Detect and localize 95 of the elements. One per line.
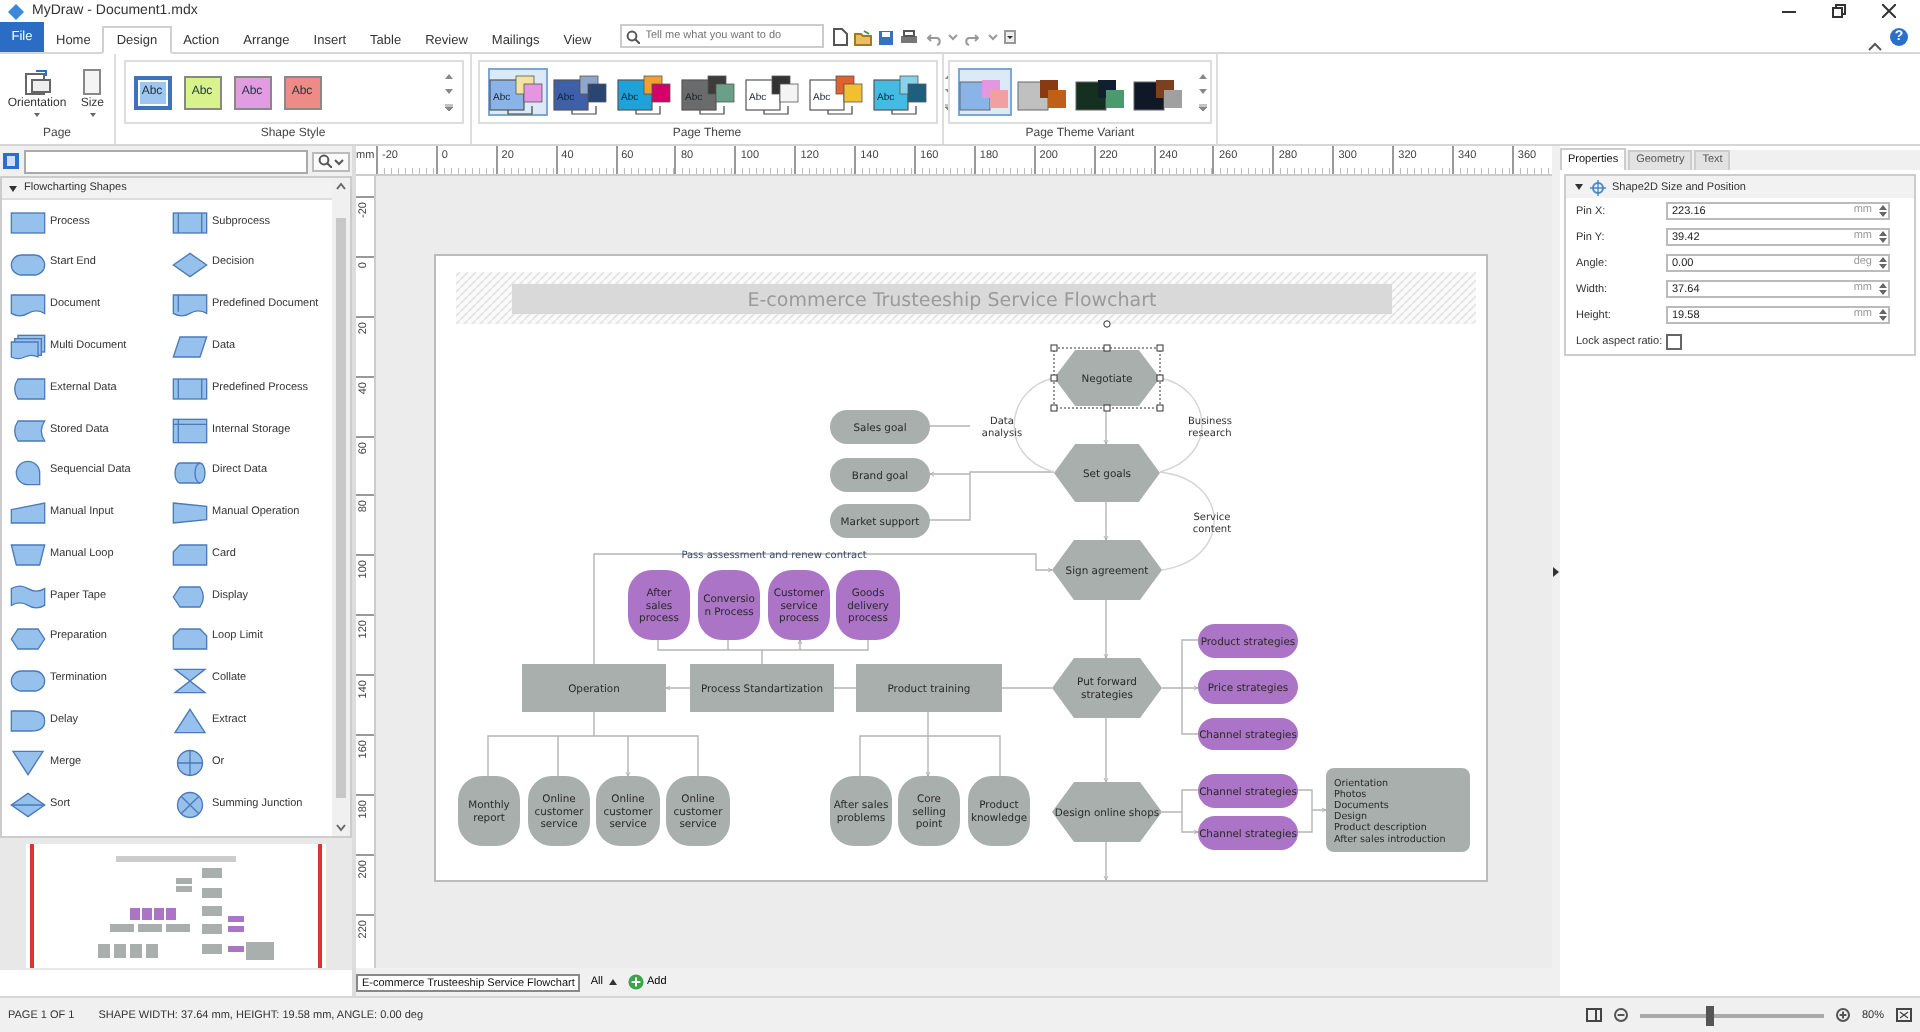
connector-line <box>1103 717 1109 783</box>
connector-line <box>929 425 1055 521</box>
rectangle-icon <box>8 207 48 238</box>
restore-icon[interactable] <box>1832 4 1846 18</box>
parallelogram-icon <box>170 332 210 363</box>
new-document-icon[interactable] <box>831 28 848 46</box>
collapse-ribbon-icon[interactable] <box>1868 42 1882 52</box>
connector-line <box>859 711 1001 777</box>
spinner-icon <box>1878 256 1888 270</box>
triangle-icon <box>170 706 210 737</box>
crosshair-icon <box>1590 179 1606 195</box>
checkbox[interactable] <box>1666 333 1683 349</box>
book-icon[interactable] <box>2 152 20 170</box>
close-icon[interactable] <box>1882 4 1896 18</box>
page-size-icon <box>78 67 107 95</box>
connector-line <box>1297 789 1327 833</box>
spinner-icon <box>1878 282 1888 296</box>
display-icon <box>170 582 210 613</box>
theme-preview-icon <box>679 72 739 116</box>
more-icon[interactable] <box>443 104 453 112</box>
theme-variant-icon <box>1074 76 1128 116</box>
document-icon <box>170 290 210 321</box>
search-button[interactable] <box>312 151 350 171</box>
connector-line <box>1161 789 1199 835</box>
folder-icon[interactable] <box>853 29 872 45</box>
caret-icon <box>87 111 98 117</box>
scroll-up-icon[interactable] <box>1198 72 1208 80</box>
sort-icon <box>8 790 48 821</box>
scroll-up-icon[interactable] <box>443 72 453 80</box>
fit-page-icon[interactable] <box>1896 1008 1912 1022</box>
slanted-shape-icon <box>170 498 210 529</box>
diagram-title: E-commerce Trusteeship Service Flowchart <box>747 290 1157 312</box>
trapezoid-icon <box>8 540 48 571</box>
theme-preview-icon <box>615 72 675 116</box>
theme-preview-icon <box>551 72 611 116</box>
theme-preview-icon <box>743 72 803 116</box>
spinner-icon <box>1878 230 1888 244</box>
subprocess-icon <box>170 374 210 405</box>
caret-icon <box>334 157 344 165</box>
caret-icon <box>607 978 617 986</box>
stacked-documents-icon <box>8 332 48 363</box>
diamond-icon <box>170 249 210 280</box>
orientation-icon <box>23 67 51 95</box>
caret-icon[interactable] <box>947 32 958 42</box>
connector-line <box>1103 841 1109 880</box>
document-icon <box>8 290 48 321</box>
shape-search-field[interactable] <box>24 149 308 173</box>
rounded-rectangle-icon <box>8 665 48 696</box>
add-icon <box>627 974 643 990</box>
internal-storage-icon <box>170 415 210 446</box>
scrollbar[interactable] <box>332 178 350 836</box>
loop-limit-icon <box>170 623 210 654</box>
zoom-in-icon[interactable] <box>1835 1008 1850 1022</box>
theme-variant-icon <box>958 76 1012 116</box>
dropdown-icon[interactable] <box>1003 30 1016 44</box>
inverted-triangle-icon <box>8 748 48 779</box>
theme-preview-icon <box>807 72 867 116</box>
spinner-icon <box>1878 204 1888 218</box>
scroll-down-icon[interactable] <box>1198 88 1208 96</box>
expand-arrow-icon[interactable] <box>1552 565 1560 577</box>
manual-input-icon <box>8 498 48 529</box>
external-data-icon <box>8 374 48 405</box>
collapse-arrow-icon <box>8 183 18 193</box>
slider-thumb[interactable] <box>1705 1005 1714 1025</box>
caret-icon <box>32 111 42 117</box>
subprocess-icon <box>170 207 210 238</box>
scroll-down-icon[interactable] <box>443 88 453 96</box>
caret-icon[interactable] <box>987 32 998 42</box>
search-icon <box>318 154 332 168</box>
more-icon[interactable] <box>1198 104 1208 112</box>
stored-data-icon <box>8 415 48 446</box>
save-icon[interactable] <box>877 29 894 45</box>
redo-icon[interactable] <box>963 29 982 45</box>
zoom-out-icon[interactable] <box>1613 1008 1628 1022</box>
hourglass-icon <box>170 665 210 696</box>
theme-variant-icon <box>1016 76 1070 116</box>
scroll-up-icon <box>336 182 346 190</box>
card-icon <box>170 540 210 571</box>
connector-line <box>1103 599 1109 659</box>
hexagon-icon <box>8 623 48 654</box>
panel-icon[interactable] <box>1585 1008 1602 1022</box>
theme-preview-icon <box>871 72 931 116</box>
search-icon <box>625 30 640 44</box>
rounded-rectangle-icon <box>8 249 48 280</box>
paper-tape-icon <box>8 582 48 613</box>
connector-line <box>1103 501 1109 541</box>
print-icon[interactable] <box>899 29 918 45</box>
delay-icon <box>8 706 48 737</box>
collapse-arrow-icon <box>1574 182 1584 192</box>
theme-variant-icon <box>1132 76 1186 116</box>
connector-line <box>1161 639 1199 735</box>
scroll-down-icon <box>336 824 346 832</box>
cylinder-icon <box>170 457 210 488</box>
theme-preview-icon <box>487 72 547 116</box>
spinner-icon <box>1878 308 1888 322</box>
